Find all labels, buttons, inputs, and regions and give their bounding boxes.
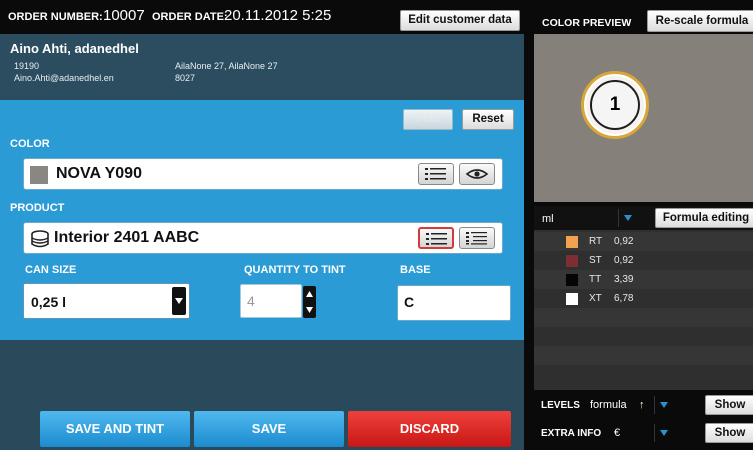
product-section-label: PRODUCT [10,202,65,214]
formula-editing-button[interactable]: Formula editing [655,208,753,228]
step-badge: 1 [581,71,649,139]
list-icon [426,233,447,245]
colorant-swatch [566,255,578,267]
extra-info-dropdown[interactable] [654,424,672,442]
order-date: 20.11.2012 5:25 [224,7,332,24]
customer-id: 19190 [14,61,40,71]
arrow-up-icon[interactable] [306,291,313,297]
edit-customer-button[interactable]: Edit customer data [400,10,520,31]
paint-can-icon [31,230,49,248]
order-number: 10007 [103,7,145,24]
extra-info-value[interactable]: € [614,427,620,439]
levels-show-button[interactable]: Show [705,395,753,415]
product-name: Interior 2401 AABC [54,229,200,246]
extra-info-row: EXTRA INFO € Show [534,421,753,445]
colorant-swatch [566,236,578,248]
colorant-code: XT [589,293,602,304]
save-and-tint-button[interactable]: SAVE AND TINT [40,411,190,447]
quantity-label: QUANTITY TO TINT [244,264,346,276]
arrow-down-icon[interactable] [306,307,313,313]
order-form: Print Reset COLOR NOVA Y090 PRODUCT Inte… [0,100,524,340]
order-header: ORDER NUMBER: 10007 ORDER DATE: 20.11.20… [0,0,524,34]
color-preview-button[interactable] [459,163,495,185]
unit-dropdown[interactable] [618,209,636,227]
colorant-code: RT [589,236,603,247]
list-icon [425,168,446,180]
color-list-button[interactable] [418,163,454,185]
formula-row[interactable]: RT 0,92 [534,232,753,251]
print-button[interactable]: Print [403,109,453,130]
formula-row-empty [534,346,753,365]
can-size-value: 0,25 l [31,294,67,310]
colorant-amount: 3,39 [614,274,634,285]
color-preview: 1 [534,34,753,202]
customer-address: AilaNone 27, AilaNone 27 [175,61,278,71]
colorant-swatch [566,293,578,305]
order-date-label: ORDER DATE: [152,11,228,23]
quantity-value: 4 [247,293,255,309]
extra-info-label: EXTRA INFO [541,428,602,439]
colorant-amount: 0,92 [614,255,634,266]
base-field[interactable]: C [397,285,511,321]
formula-table: RT 0,92 ST 0,92 TT 3,39 XT 6,78 [534,230,753,390]
can-size-label: CAN SIZE [25,264,77,276]
color-name: NOVA Y090 [56,165,142,182]
chevron-down-icon [660,430,668,436]
order-number-label: ORDER NUMBER: [8,11,103,23]
chevron-down-icon [175,298,183,304]
extra-info-show-button[interactable]: Show [705,423,753,443]
customer-postal-code: 8027 [175,73,196,83]
order-panel: ORDER NUMBER: 10007 ORDER DATE: 20.11.20… [0,0,524,450]
formula-row-empty [534,308,753,327]
rescale-formula-button[interactable]: Re-scale formula [647,10,753,32]
quantity-input[interactable]: 4 [240,284,302,318]
save-button[interactable]: SAVE [194,411,344,447]
chevron-down-icon [660,402,668,408]
formula-row[interactable]: TT 3,39 [534,270,753,289]
customer-name: Aino Ahti, adanedhel [10,41,139,56]
quantity-stepper[interactable] [303,286,316,318]
dropdown-button[interactable] [172,287,186,315]
chevron-down-icon [624,215,632,221]
panel-divider [524,0,534,450]
step-number: 1 [590,80,640,130]
colorant-amount: 0,92 [614,236,634,247]
customer-email: Aino.Ahti@adanedhel.en [14,73,114,83]
unit-value[interactable]: ml [542,213,554,225]
levels-dropdown[interactable] [654,396,672,414]
preview-title: COLOR PREVIEW [542,17,632,29]
color-preview-panel: COLOR PREVIEW Re-scale formula 1 ml Form… [534,0,753,450]
formula-row-empty [534,327,753,346]
product-list-button[interactable] [418,227,454,249]
base-label: BASE [400,264,431,276]
color-section-label: COLOR [10,138,50,150]
arrow-up-icon: ↑ [639,399,645,411]
formula-toolbar: ml Formula editing [534,206,753,230]
eye-icon [465,169,489,179]
detail-list-icon [466,232,487,245]
customer-info: Aino Ahti, adanedhel 19190 Aino.Ahti@ada… [0,34,524,100]
colorant-swatch [566,274,578,286]
colorant-code: ST [589,255,602,266]
formula-row-empty [534,365,753,384]
product-detail-list-button[interactable] [459,227,495,249]
colorant-code: TT [589,274,602,285]
product-field[interactable]: Interior 2401 AABC [23,222,503,254]
can-size-select[interactable]: 0,25 l [23,283,190,319]
base-value: C [404,294,415,310]
levels-row: LEVELS formula ↑ Show [534,393,753,417]
formula-row[interactable]: ST 0,92 [534,251,753,270]
levels-label: LEVELS [541,400,580,411]
color-field[interactable]: NOVA Y090 [23,158,503,190]
discard-button[interactable]: DISCARD [348,411,511,447]
reset-button[interactable]: Reset [462,109,514,130]
formula-row[interactable]: XT 6,78 [534,289,753,308]
levels-value[interactable]: formula [590,399,627,411]
color-swatch [30,166,48,184]
colorant-amount: 6,78 [614,293,634,304]
